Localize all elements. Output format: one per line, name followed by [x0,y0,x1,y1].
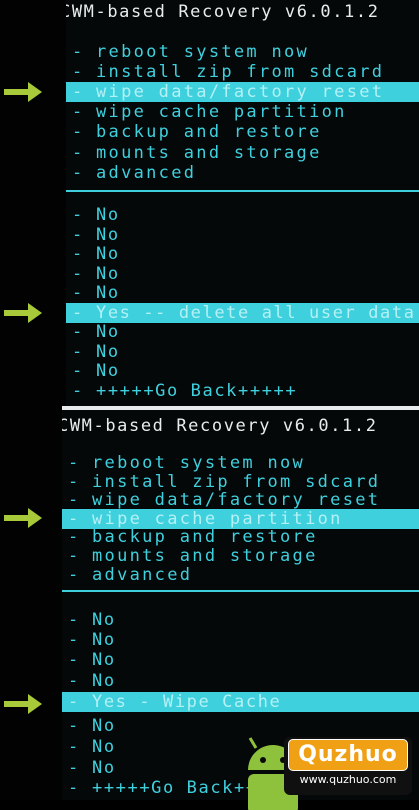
arrow-right-icon [4,82,42,102]
confirm-option-no[interactable]: - No [68,716,116,736]
menu-item-mounts[interactable]: - mounts and storage [68,546,318,566]
menu-item-backup[interactable]: - backup and restore [68,527,318,547]
menu-item-wipe-data[interactable]: - wipe data/factory reset [66,82,419,102]
confirm-option-no[interactable]: - No [68,758,116,778]
menu-item-reboot[interactable]: - reboot system now [68,453,305,473]
confirm-option-no[interactable]: - No [72,283,120,303]
confirm-option-no[interactable]: - No [72,205,120,225]
recovery-screen-wipe-data: CWM-based Recovery v6.0.1.2 - reboot syst… [66,0,419,408]
left-gutter [0,0,66,800]
menu-item-wipe-cache[interactable]: - wipe cache partition [62,509,419,529]
menu-item-backup[interactable]: - backup and restore [72,122,322,142]
arrow-right-icon [4,508,42,528]
menu-item-reboot[interactable]: - reboot system now [72,42,309,62]
menu-item-advanced[interactable]: - advanced [72,163,196,183]
confirm-option-no[interactable]: - No [72,264,120,284]
confirm-option-no[interactable]: - No [68,671,116,691]
menu-item-wipe-data[interactable]: - wipe data/factory reset [68,490,380,510]
confirm-option-no[interactable]: - No [72,244,120,264]
go-back-option[interactable]: - +++++Go Back+++++ [72,381,297,401]
confirm-option-no[interactable]: - No [72,322,120,342]
menu-item-install-zip[interactable]: - install zip from sdcard [72,62,384,82]
arrow-right-icon [4,694,42,714]
confirm-option-no[interactable]: - No [68,610,116,630]
separator-line [66,190,419,192]
separator-line [62,590,419,592]
confirm-option-no[interactable]: - No [72,225,120,245]
menu-item-advanced[interactable]: - advanced [68,565,192,585]
confirm-option-no[interactable]: - No [72,342,120,362]
confirm-option-yes-wipe-cache[interactable]: - Yes - Wipe Cache [62,692,419,712]
confirm-option-no[interactable]: - No [68,630,116,650]
recovery-title: CWM-based Recovery v6.0.1.2 [62,416,378,436]
confirm-option-yes-delete-data[interactable]: - Yes -- delete all user data [66,303,419,323]
confirm-option-no[interactable]: - No [68,650,116,670]
watermark-url: www.quzhuo.com [299,773,397,786]
menu-item-mounts[interactable]: - mounts and storage [72,143,322,163]
confirm-option-no[interactable]: - No [68,737,116,757]
watermark: Quzhuo www.quzhuo.com [284,737,412,795]
watermark-brand: Quzhuo [288,739,408,771]
confirm-option-no[interactable]: - No [72,361,120,381]
arrow-right-icon [4,303,42,323]
menu-item-wipe-cache[interactable]: - wipe cache partition [72,102,347,122]
menu-item-install-zip[interactable]: - install zip from sdcard [68,472,380,492]
recovery-title: CWM-based Recovery v6.0.1.2 [66,2,380,22]
